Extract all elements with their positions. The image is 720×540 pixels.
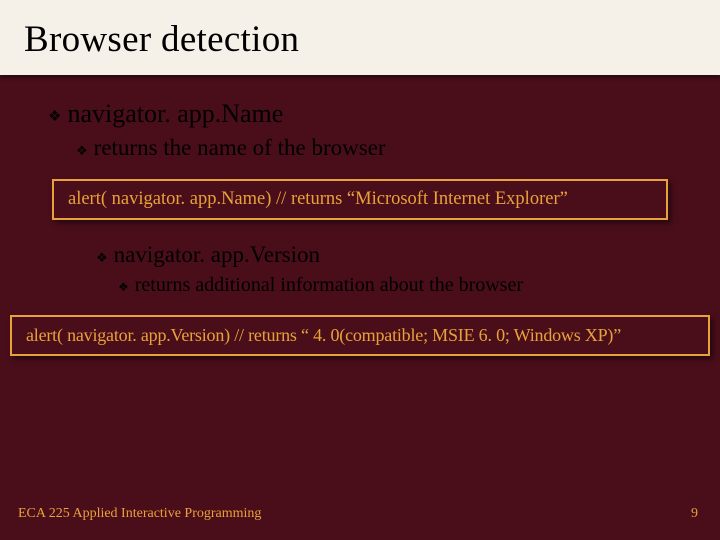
bullet-text: navigator. app.Version xyxy=(114,242,320,268)
bullet-text: returns the name of the browser xyxy=(94,135,386,161)
footer: ECA 225 Applied Interactive Programming … xyxy=(18,506,698,522)
title-block: Browser detection xyxy=(0,0,720,75)
code-example-1: alert( navigator. app.Name) // returns “… xyxy=(52,179,668,220)
bullet-level-2b: ❖ navigator. app.Version xyxy=(0,242,720,268)
content-area: ❖ navigator. app.Name ❖ returns the name… xyxy=(0,75,720,356)
slide-number: 9 xyxy=(691,506,698,522)
code-example-2: alert( navigator. app.Version) // return… xyxy=(10,315,710,356)
footer-course: ECA 225 Applied Interactive Programming xyxy=(18,506,261,522)
diamond-bullet-icon: ❖ xyxy=(76,144,88,157)
diamond-bullet-icon: ❖ xyxy=(96,251,108,264)
diamond-bullet-icon: ❖ xyxy=(118,281,129,293)
slide-title: Browser detection xyxy=(24,18,696,61)
bullet-level-2: ❖ returns the name of the browser xyxy=(0,135,720,161)
diamond-bullet-icon: ❖ xyxy=(48,110,61,125)
bullet-level-3: ❖ returns additional information about t… xyxy=(0,274,720,297)
slide: Browser detection ❖ navigator. app.Name … xyxy=(0,0,720,540)
bullet-level-1: ❖ navigator. app.Name xyxy=(0,99,720,129)
bullet-text: returns additional information about the… xyxy=(135,274,523,297)
bullet-text: navigator. app.Name xyxy=(67,99,283,129)
